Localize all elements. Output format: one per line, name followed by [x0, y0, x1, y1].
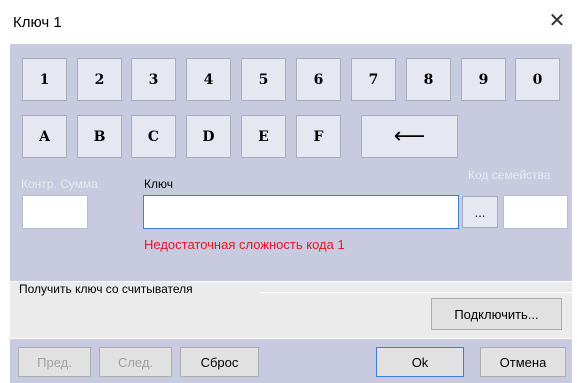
key-c[interactable]: C	[131, 115, 176, 158]
reset-button[interactable]: Сброс	[180, 347, 259, 377]
family-code-label: Код семейства	[468, 168, 551, 182]
keypad-panel: 1 2 3 4 5 6 7 8 9 0 A B C D E F ⟵ Контр.…	[10, 44, 572, 281]
key-1[interactable]: 1	[22, 58, 67, 101]
key-label: Ключ	[144, 177, 173, 191]
checksum-label: Контр. Сумма	[21, 177, 98, 191]
key-2[interactable]: 2	[77, 58, 122, 101]
backspace-arrow-icon: ⟵	[393, 124, 426, 149]
key-a[interactable]: A	[22, 115, 67, 158]
key-d[interactable]: D	[186, 115, 231, 158]
key-f[interactable]: F	[296, 115, 341, 158]
backspace-button[interactable]: ⟵	[361, 115, 458, 158]
connect-button[interactable]: Подключить...	[431, 298, 562, 330]
checksum-field[interactable]	[22, 195, 88, 229]
footer-bar: Пред. След. Сброс Ok Отмена	[10, 339, 572, 383]
key-7[interactable]: 7	[351, 58, 396, 101]
key-e[interactable]: E	[241, 115, 286, 158]
error-message: Недостаточная сложность кода 1	[144, 237, 345, 252]
key-6[interactable]: 6	[296, 58, 341, 101]
key-9[interactable]: 9	[461, 58, 506, 101]
ok-button[interactable]: Ok	[376, 347, 464, 377]
key-8[interactable]: 8	[406, 58, 451, 101]
group-divider	[260, 292, 572, 293]
prev-button[interactable]: Пред.	[18, 347, 91, 377]
key-input[interactable]	[143, 195, 459, 229]
key-4[interactable]: 4	[186, 58, 231, 101]
title-bar: Ключ 1 ✕	[0, 0, 577, 42]
key-b[interactable]: B	[77, 115, 122, 158]
reader-group-title: Получить ключ со считывателя	[19, 282, 193, 296]
browse-button[interactable]: ...	[462, 196, 498, 228]
reader-group: Получить ключ со считывателя Подключить.…	[10, 282, 572, 338]
next-button[interactable]: След.	[99, 347, 172, 377]
key-0[interactable]: 0	[515, 58, 560, 101]
family-code-field[interactable]	[503, 195, 568, 229]
window-title: Ключ 1	[13, 14, 62, 31]
key-5[interactable]: 5	[241, 58, 286, 101]
close-icon[interactable]: ✕	[546, 10, 568, 32]
key-3[interactable]: 3	[131, 58, 176, 101]
cancel-button[interactable]: Отмена	[480, 347, 566, 377]
